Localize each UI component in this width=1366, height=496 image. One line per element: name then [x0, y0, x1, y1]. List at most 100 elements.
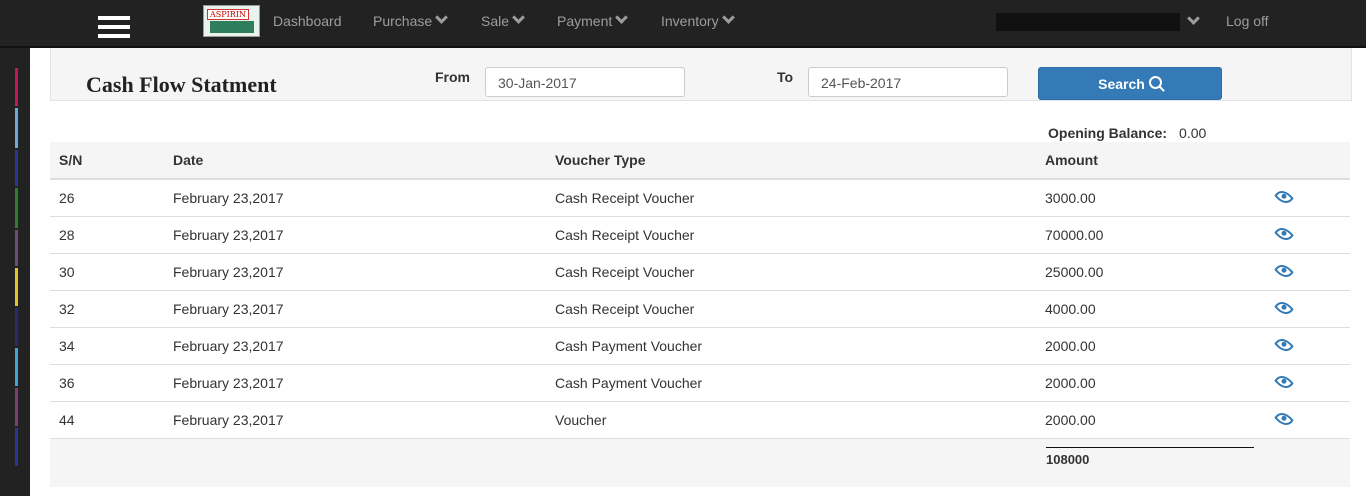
cell-amount: 2000.00 [1036, 327, 1257, 365]
view-eye-icon[interactable] [1274, 409, 1294, 429]
table-row: 28 February 23,2017 Cash Receipt Voucher 70… [50, 216, 1350, 254]
cell-sn: 28 [50, 216, 164, 254]
sidebar-color-stripe[interactable] [15, 348, 18, 386]
view-eye-icon[interactable] [1274, 298, 1294, 318]
nav-label: Inventory [661, 13, 719, 29]
table-row: 26 February 23,2017 Cash Receipt Voucher 30… [50, 178, 1350, 217]
nav-label: Purchase [373, 13, 433, 29]
nav-label: Dashboard [273, 13, 342, 29]
cell-voucher-type: Voucher [546, 401, 1036, 438]
eye-pupil [1280, 340, 1288, 348]
total-amount: 108000 [1046, 452, 1090, 467]
cell-amount: 4000.00 [1036, 290, 1257, 328]
col-header-sn: S/N [50, 142, 164, 180]
cell-sn: 44 [50, 401, 164, 438]
col-header-date: Date [164, 142, 546, 180]
total-row: 108000 [50, 438, 1350, 487]
sidebar-color-stripe[interactable] [15, 308, 18, 346]
eye-pupil [1280, 377, 1288, 385]
cell-voucher-type: Cash Receipt Voucher [546, 253, 1036, 291]
cell-voucher-type: Cash Receipt Voucher [546, 178, 1036, 217]
chevron-down-icon [615, 11, 629, 24]
cell-action [1257, 364, 1350, 402]
view-eye-icon[interactable] [1274, 261, 1294, 281]
cell-voucher-type: Cash Payment Voucher [546, 327, 1036, 365]
cell-amount: 2000.00 [1036, 401, 1257, 438]
opening-balance-value: 0.00 [1179, 125, 1207, 141]
table-row: 32 February 23,2017 Cash Receipt Voucher 40… [50, 290, 1350, 328]
brand-logo[interactable]: ASPIRIN [203, 5, 260, 37]
table-row: 36 February 23,2017 Cash Payment Voucher 20… [50, 364, 1350, 402]
cell-sn: 34 [50, 327, 164, 365]
eye-pupil [1280, 192, 1288, 200]
search-icon [1148, 76, 1162, 89]
cell-date: February 23,2017 [164, 253, 546, 291]
eye-pupil [1280, 229, 1288, 237]
cell-voucher-type: Cash Receipt Voucher [546, 290, 1036, 328]
page-title: Cash Flow Statment [86, 72, 277, 97]
sidebar-color-stripe[interactable] [15, 188, 18, 228]
sidebar-color-stripe[interactable] [15, 268, 18, 306]
cell-action [1257, 327, 1350, 365]
nav-dashboard[interactable]: Dashboard [273, 13, 342, 29]
eye-pupil [1280, 266, 1288, 274]
cell-sn: 26 [50, 178, 164, 217]
to-label: To [777, 69, 794, 85]
sidebar-color-stripe[interactable] [15, 388, 18, 426]
sidebar-color-stripe[interactable] [15, 428, 18, 466]
chevron-down-icon [721, 11, 735, 24]
to-date-input[interactable]: 24-Feb-2017 [808, 67, 1008, 97]
view-eye-icon[interactable] [1274, 335, 1294, 355]
view-eye-icon[interactable] [1274, 187, 1294, 207]
sidebar-color-stripe[interactable] [15, 68, 18, 106]
sidebar [0, 48, 30, 496]
from-label: From [435, 69, 470, 85]
cash-flow-table: S/N Date Voucher Type Amount 26 February … [50, 142, 1350, 438]
eye-pupil [1280, 303, 1288, 311]
chevron-down-icon [1187, 12, 1200, 25]
cell-sn: 30 [50, 253, 164, 291]
nav-purchase[interactable]: Purchase [373, 11, 449, 29]
nav-inventory[interactable]: Inventory [661, 11, 735, 29]
cell-action [1257, 253, 1350, 291]
table-row: 30 February 23,2017 Cash Receipt Voucher 25… [50, 253, 1350, 291]
nav-sale[interactable]: Sale [481, 11, 525, 29]
view-eye-icon[interactable] [1274, 224, 1294, 244]
logo-text: ASPIRIN [207, 9, 249, 20]
menu-bar [98, 25, 130, 29]
menu-bar [98, 16, 130, 20]
table-header-row: S/N Date Voucher Type Amount [50, 142, 1350, 180]
cell-sn: 32 [50, 290, 164, 328]
logo-package-graphic [210, 21, 254, 33]
cell-date: February 23,2017 [164, 364, 546, 402]
user-account-menu[interactable]: abdullahnadeem1234@hotmail.com [996, 13, 1180, 31]
sidebar-color-stripe[interactable] [15, 108, 18, 148]
menu-toggle-icon[interactable] [98, 16, 130, 48]
cell-amount: 2000.00 [1036, 364, 1257, 402]
col-header-actions [1257, 142, 1350, 180]
cell-amount: 70000.00 [1036, 216, 1257, 254]
top-navbar: ASPIRIN Dashboard Purchase Sale Payment … [0, 0, 1366, 48]
cell-amount: 25000.00 [1036, 253, 1257, 291]
from-date-input[interactable]: 30-Jan-2017 [485, 67, 685, 97]
col-header-amount: Amount [1036, 142, 1257, 180]
cell-action [1257, 401, 1350, 438]
user-menu-toggle[interactable] [1184, 12, 1200, 30]
chevron-down-icon [512, 11, 525, 24]
cell-date: February 23,2017 [164, 216, 546, 254]
sidebar-color-stripe[interactable] [15, 150, 18, 186]
cell-date: February 23,2017 [164, 401, 546, 438]
cell-date: February 23,2017 [164, 327, 546, 365]
search-button[interactable]: Search [1038, 67, 1222, 100]
table-row: 34 February 23,2017 Cash Payment Voucher 20… [50, 327, 1350, 365]
cell-action [1257, 216, 1350, 254]
sidebar-color-stripe[interactable] [15, 230, 18, 266]
cell-voucher-type: Cash Payment Voucher [546, 364, 1036, 402]
menu-bar [98, 34, 130, 38]
logoff-link[interactable]: Log off [1226, 13, 1269, 29]
cell-date: February 23,2017 [164, 290, 546, 328]
view-eye-icon[interactable] [1274, 372, 1294, 392]
nav-payment[interactable]: Payment [557, 11, 629, 29]
opening-balance-label: Opening Balance: [1048, 125, 1168, 141]
table-row: 44 February 23,2017 Voucher 2000.00 [50, 401, 1350, 438]
